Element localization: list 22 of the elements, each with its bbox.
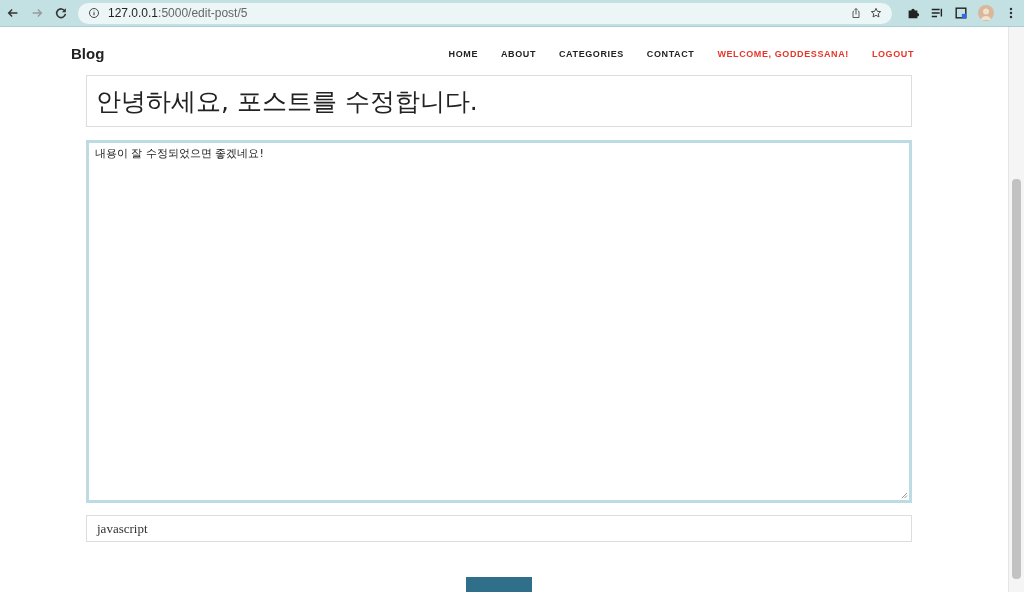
star-icon[interactable]	[870, 7, 882, 19]
playlist-icon[interactable]	[930, 6, 944, 20]
scrollbar-thumb[interactable]	[1012, 179, 1021, 579]
reload-icon[interactable]	[54, 6, 68, 20]
content-field[interactable]: 내용이 잘 수정되었으면 좋겠네요!	[86, 140, 912, 503]
nav-link[interactable]: CATEGORIES	[559, 48, 624, 59]
nav-link[interactable]: LOGOUT	[871, 48, 914, 59]
nav-link[interactable]: ABOUT	[501, 48, 536, 59]
nav-link[interactable]: CONTACT	[646, 48, 695, 59]
url-text: 127.0.0.1:5000/edit-post/5	[108, 6, 248, 20]
address-bar[interactable]: 127.0.0.1:5000/edit-post/5	[78, 2, 892, 24]
nav-link[interactable]: WELCOME, GODDESSANA!	[717, 48, 849, 59]
tags-field[interactable]: javascript	[86, 515, 912, 542]
back-icon[interactable]	[6, 6, 20, 20]
resize-grip-icon[interactable]	[901, 492, 908, 499]
puzzle-icon[interactable]	[906, 6, 920, 20]
brand-link[interactable]: Blog	[71, 45, 105, 62]
nav-link[interactable]: HOME	[448, 48, 478, 59]
info-icon[interactable]	[88, 7, 100, 19]
share-icon[interactable]	[850, 7, 862, 19]
title-field[interactable]: 안녕하세요, 포스트를 수정합니다.	[86, 75, 912, 127]
sidepanel-icon[interactable]	[954, 6, 968, 20]
